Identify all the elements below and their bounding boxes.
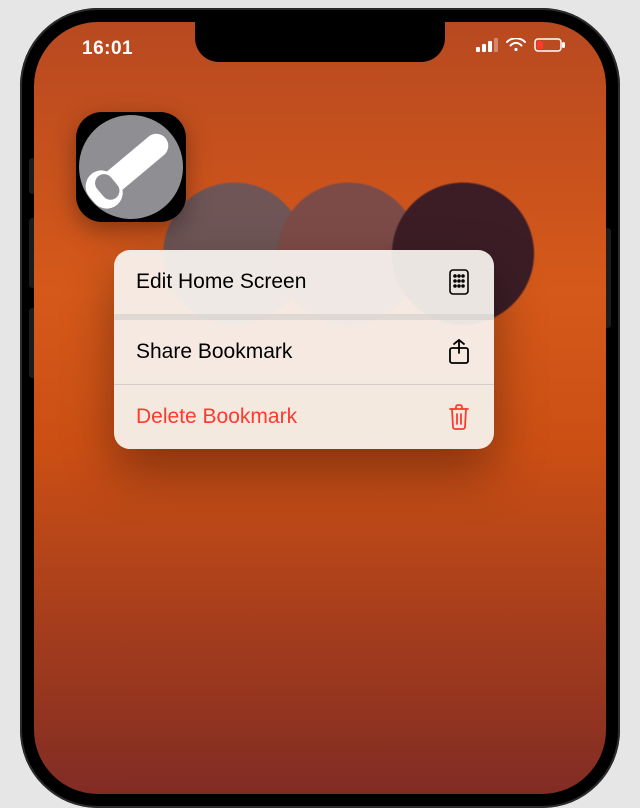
status-clock: 16:01 — [82, 38, 133, 60]
wifi-icon — [506, 38, 526, 52]
cellular-icon — [476, 38, 498, 52]
menu-item-delete-bookmark[interactable]: Delete Bookmark — [114, 384, 494, 449]
bookmark-app-icon[interactable] — [76, 112, 186, 222]
status-bar: 16:01 — [34, 34, 606, 62]
trash-icon — [446, 404, 472, 430]
menu-item-edit-home-screen[interactable]: Edit Home Screen — [114, 250, 494, 314]
home-grid-icon — [446, 269, 472, 295]
status-right — [476, 38, 566, 52]
battery-low-icon — [534, 38, 566, 52]
menu-item-label: Edit Home Screen — [136, 270, 306, 294]
context-menu: Edit Home Screen Share Bookmark Delete B… — [114, 250, 494, 449]
device-frame: 16:01 Edit Home Screen — [20, 8, 620, 808]
menu-item-label: Delete Bookmark — [136, 405, 297, 429]
menu-item-label: Share Bookmark — [136, 340, 292, 364]
share-icon — [446, 339, 472, 365]
menu-item-share-bookmark[interactable]: Share Bookmark — [114, 314, 494, 384]
screen: 16:01 Edit Home Screen — [34, 22, 606, 794]
wrench-icon — [79, 115, 183, 219]
